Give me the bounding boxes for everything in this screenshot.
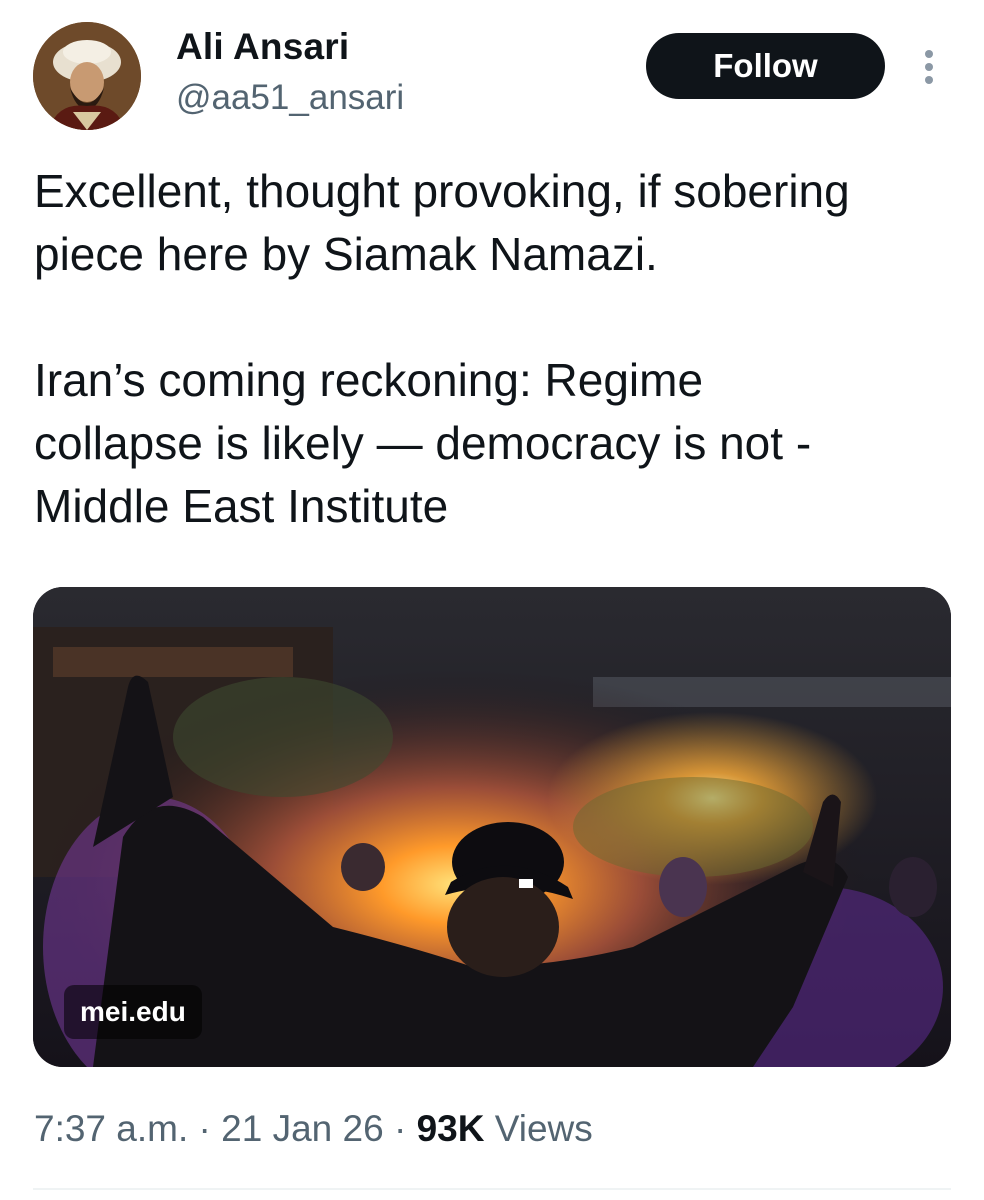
tweet-time[interactable]: 7:37 a.m. [34, 1108, 188, 1149]
avatar-portrait-icon [33, 22, 141, 130]
more-dot [925, 50, 933, 58]
tweet-date[interactable]: 21 Jan 26 [221, 1108, 384, 1149]
more-dot [925, 63, 933, 71]
tweet-text: Excellent, thought provoking, if soberin… [34, 165, 850, 532]
link-domain-badge: mei.edu [64, 985, 202, 1039]
more-vertical-icon[interactable] [912, 42, 946, 92]
author-handle[interactable]: @aa51_ansari [176, 78, 404, 118]
meta-separator: · [383, 1108, 417, 1149]
avatar[interactable] [33, 22, 141, 130]
views-label: Views [484, 1108, 593, 1149]
views-count[interactable]: 93K [417, 1108, 485, 1149]
follow-button[interactable]: Follow [646, 33, 885, 99]
meta-separator: · [188, 1108, 222, 1149]
author-name[interactable]: Ali Ansari [176, 26, 349, 68]
tweet-meta: 7:37 a.m. · 21 Jan 26 · 93K Views [34, 1108, 593, 1150]
divider [33, 1188, 951, 1190]
more-dot [925, 76, 933, 84]
